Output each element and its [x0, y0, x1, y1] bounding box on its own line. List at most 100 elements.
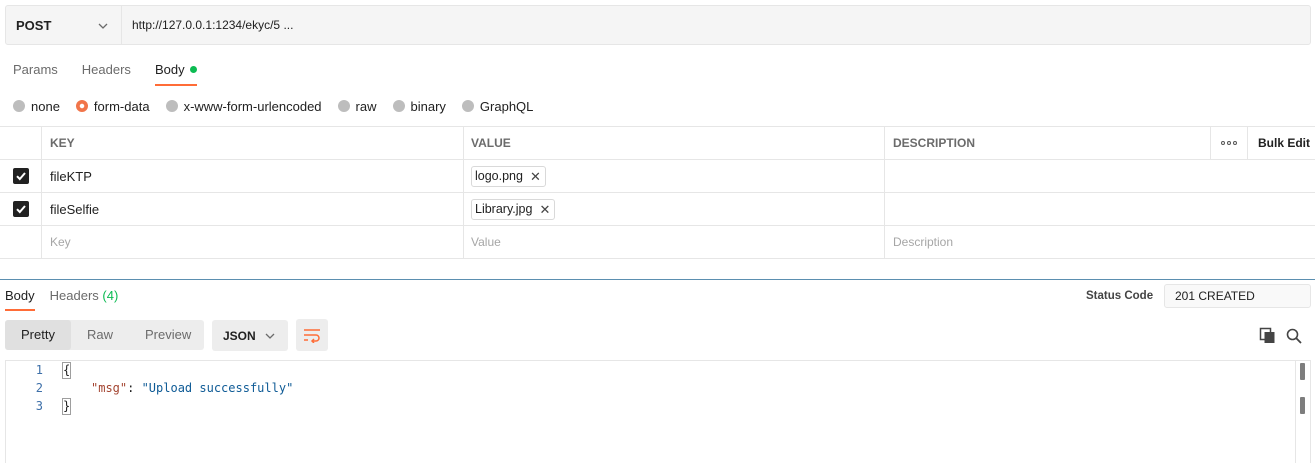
- row-check-cell: [0, 193, 42, 225]
- header-description: DESCRIPTION: [885, 127, 1211, 159]
- radio-urlencoded[interactable]: x-www-form-urlencoded: [165, 98, 322, 114]
- line-number: 1: [35, 363, 43, 377]
- method-select[interactable]: POST: [6, 6, 122, 44]
- view-raw-button[interactable]: Raw: [71, 320, 129, 350]
- row-spacer: [1211, 193, 1248, 225]
- code-line: 2 "msg": "Upload successfully": [6, 379, 1296, 397]
- modified-dot-icon: [189, 66, 197, 73]
- method-label: POST: [16, 17, 52, 33]
- row-description[interactable]: [885, 160, 1211, 192]
- tab-params-label: Params: [13, 62, 58, 77]
- header-value: VALUE: [464, 127, 885, 159]
- file-chip: logo.png ✕: [471, 165, 546, 187]
- row-value[interactable]: Library.jpg ✕: [464, 193, 885, 225]
- response-editor[interactable]: 1 { 2 "msg": "Upload successfully" 3 }: [5, 360, 1311, 463]
- more-options-button[interactable]: [1211, 127, 1248, 159]
- table-row: fileKTP logo.png ✕: [0, 160, 1315, 193]
- line-number: 2: [35, 381, 43, 395]
- url-input[interactable]: http://127.0.0.1:1234/ekyc/5 ...: [122, 6, 1310, 44]
- tab-body[interactable]: Body: [154, 56, 197, 86]
- check-icon: [15, 205, 26, 214]
- json-value: "Upload successfully": [141, 381, 294, 395]
- view-preview-button[interactable]: Preview: [129, 320, 207, 350]
- chevron-down-icon: [265, 333, 275, 339]
- row-spacer: [1211, 160, 1248, 192]
- more-options-icon: [1221, 141, 1237, 145]
- value-input[interactable]: Value: [464, 226, 885, 258]
- row-value[interactable]: logo.png ✕: [464, 160, 885, 192]
- response-tab-headers-label: Headers: [49, 288, 99, 303]
- copy-icon[interactable]: [1259, 327, 1277, 345]
- row-spacer-end: [1248, 160, 1315, 192]
- chevron-down-icon: [98, 23, 108, 29]
- radio-circle-icon: [13, 100, 25, 112]
- close-brace: }: [62, 398, 72, 415]
- row-check-cell: [0, 160, 42, 192]
- row-key[interactable]: fileSelfie: [42, 193, 464, 225]
- row-spacer-end: [1248, 193, 1315, 225]
- line-number: 3: [35, 399, 43, 413]
- header-check-cell: [0, 127, 42, 159]
- view-pretty-button[interactable]: Pretty: [5, 320, 71, 350]
- scroll-marker: [1300, 363, 1305, 380]
- body-type-radios: none form-data x-www-form-urlencoded raw…: [13, 97, 549, 115]
- check-icon: [15, 172, 26, 181]
- key-input[interactable]: Key: [42, 226, 464, 258]
- tab-params[interactable]: Params: [13, 56, 58, 86]
- view-mode-group: Pretty Raw Preview: [5, 320, 204, 350]
- code-text: }: [62, 397, 72, 415]
- row-checkbox[interactable]: [12, 201, 29, 217]
- form-data-table: KEY VALUE DESCRIPTION Bulk Edit fileKTP …: [0, 126, 1315, 259]
- format-label: JSON: [223, 328, 256, 343]
- radio-label: GraphQL: [479, 98, 534, 114]
- radio-none[interactable]: none: [13, 99, 60, 114]
- request-bar: POST http://127.0.0.1:1234/ekyc/5 ...: [5, 5, 1311, 45]
- radio-binary[interactable]: binary: [392, 99, 446, 114]
- row-key[interactable]: fileKTP: [42, 160, 464, 192]
- row-check-cell: [0, 226, 42, 258]
- bulk-edit-button[interactable]: Bulk Edit: [1248, 127, 1315, 159]
- code-text: "msg": "Upload successfully": [91, 379, 293, 397]
- pane-divider[interactable]: [0, 279, 1315, 280]
- response-tabs: Body Headers (4): [0, 283, 128, 311]
- row-description[interactable]: [885, 193, 1211, 225]
- code-text: {: [62, 361, 72, 379]
- table-header-row: KEY VALUE DESCRIPTION Bulk Edit: [0, 127, 1315, 160]
- code-line: 3 }: [6, 397, 1296, 415]
- status-code-value: 201 CREATED: [1164, 284, 1311, 308]
- radio-label: raw: [355, 98, 377, 114]
- tab-headers-label: Headers: [81, 62, 131, 77]
- radio-selected-icon: [75, 100, 88, 112]
- radio-circle-icon: [392, 100, 405, 112]
- response-tab-headers[interactable]: Headers (4): [50, 283, 119, 311]
- search-icon[interactable]: [1285, 327, 1303, 345]
- radio-label: form-data: [93, 98, 150, 114]
- radio-graphql[interactable]: GraphQL: [461, 98, 534, 114]
- close-icon[interactable]: ✕: [539, 203, 550, 216]
- row-spacer: [1211, 226, 1248, 258]
- close-icon[interactable]: ✕: [530, 170, 541, 183]
- file-name: logo.png: [475, 169, 523, 183]
- wrap-lines-button[interactable]: [296, 319, 328, 351]
- format-select[interactable]: JSON: [212, 320, 288, 351]
- editor-scrollbar[interactable]: [1295, 361, 1310, 463]
- response-tab-body[interactable]: Body: [5, 283, 35, 311]
- file-chip: Library.jpg ✕: [471, 198, 556, 220]
- request-tabs: Params Headers Body: [0, 56, 208, 86]
- status-code-label: Status Code: [1086, 290, 1154, 302]
- description-input[interactable]: Description: [885, 226, 1211, 258]
- wrap-lines-icon: [304, 329, 320, 343]
- radio-raw[interactable]: raw: [337, 98, 377, 114]
- radio-label: x-www-form-urlencoded: [183, 98, 322, 114]
- table-row-new: Key Value Description: [0, 226, 1315, 259]
- response-tab-body-label: Body: [5, 288, 35, 303]
- radio-circle-icon: [165, 100, 178, 112]
- scroll-marker: [1300, 397, 1305, 414]
- open-brace: {: [62, 362, 72, 379]
- row-checkbox[interactable]: [12, 168, 29, 184]
- radio-circle-icon: [337, 100, 350, 112]
- url-text: http://127.0.0.1:1234/ekyc/5 ...: [132, 18, 294, 32]
- radio-label: none: [31, 98, 60, 114]
- radio-form-data[interactable]: form-data: [75, 98, 150, 114]
- tab-headers[interactable]: Headers: [82, 56, 131, 86]
